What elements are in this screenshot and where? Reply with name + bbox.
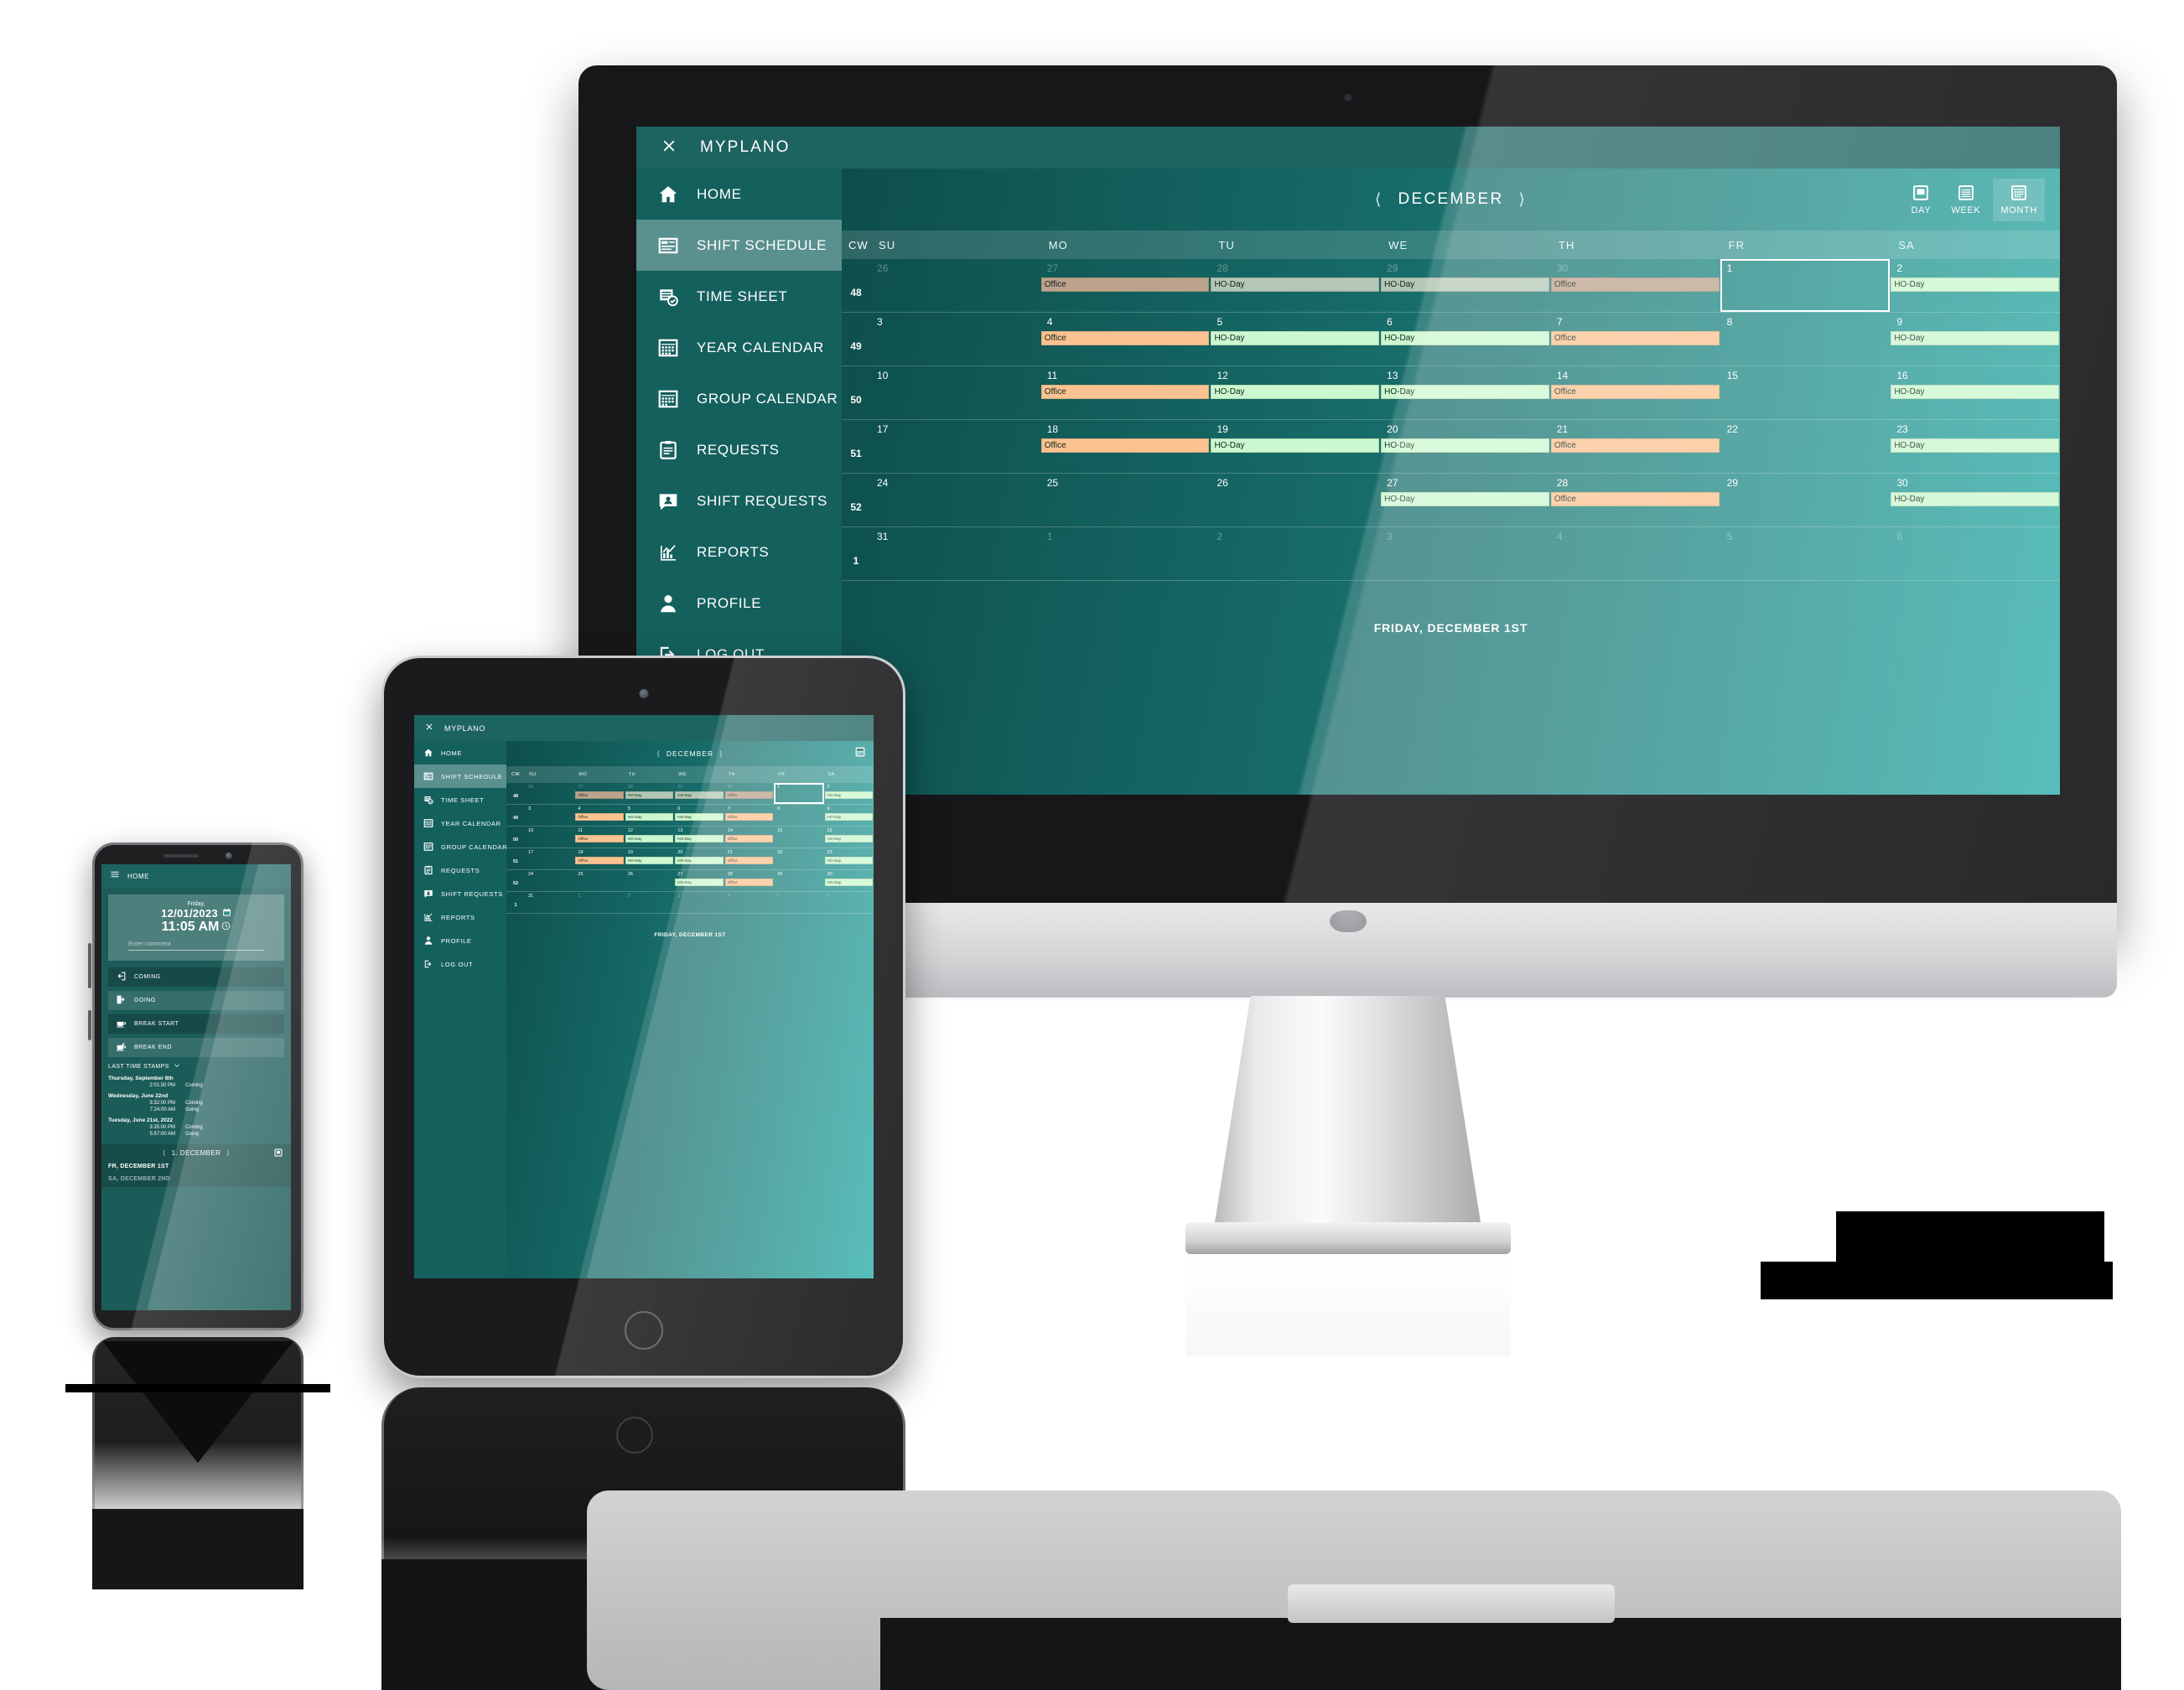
phone-reflection-wedge — [102, 1341, 293, 1463]
imac-reflection — [587, 1490, 2121, 1690]
imac-reflection-screen — [880, 1618, 2121, 1690]
phone-device: HOME Friday, 12/01/2023 11:05 AM Enter c… — [88, 842, 303, 1330]
phone-reflection — [92, 1337, 303, 1530]
imac-reflection-foot — [1288, 1584, 1615, 1623]
tablet-reflection-homebutton — [616, 1417, 653, 1454]
tablet-reflection-base — [381, 1559, 905, 1690]
monitor-stand-neck — [1212, 996, 1483, 1236]
imac-chin-shadow — [1836, 1211, 2104, 1272]
tablet-device: MYPLANO HOME SHIFT SCHEDULE — [381, 656, 905, 1378]
monitor-stand-foot — [1185, 1222, 1511, 1254]
monitor-stand-reflection — [1185, 1256, 1511, 1356]
tablet-reflection — [381, 1387, 905, 1639]
tablet-bezel-sheen — [381, 656, 905, 1378]
imac-stand-shadow — [1761, 1262, 2113, 1299]
phone-power-button[interactable] — [88, 1010, 91, 1040]
phone-reflection-base — [92, 1509, 303, 1589]
phone-reflection-bar — [65, 1384, 330, 1392]
composition-stage: MYPLANO HOME — [0, 0, 2184, 1690]
phone-bezel-sheen — [92, 842, 303, 1330]
monitor-logo — [1329, 910, 1367, 932]
tablet-home-button[interactable] — [624, 1311, 663, 1350]
phone-volume-button[interactable] — [88, 943, 91, 988]
